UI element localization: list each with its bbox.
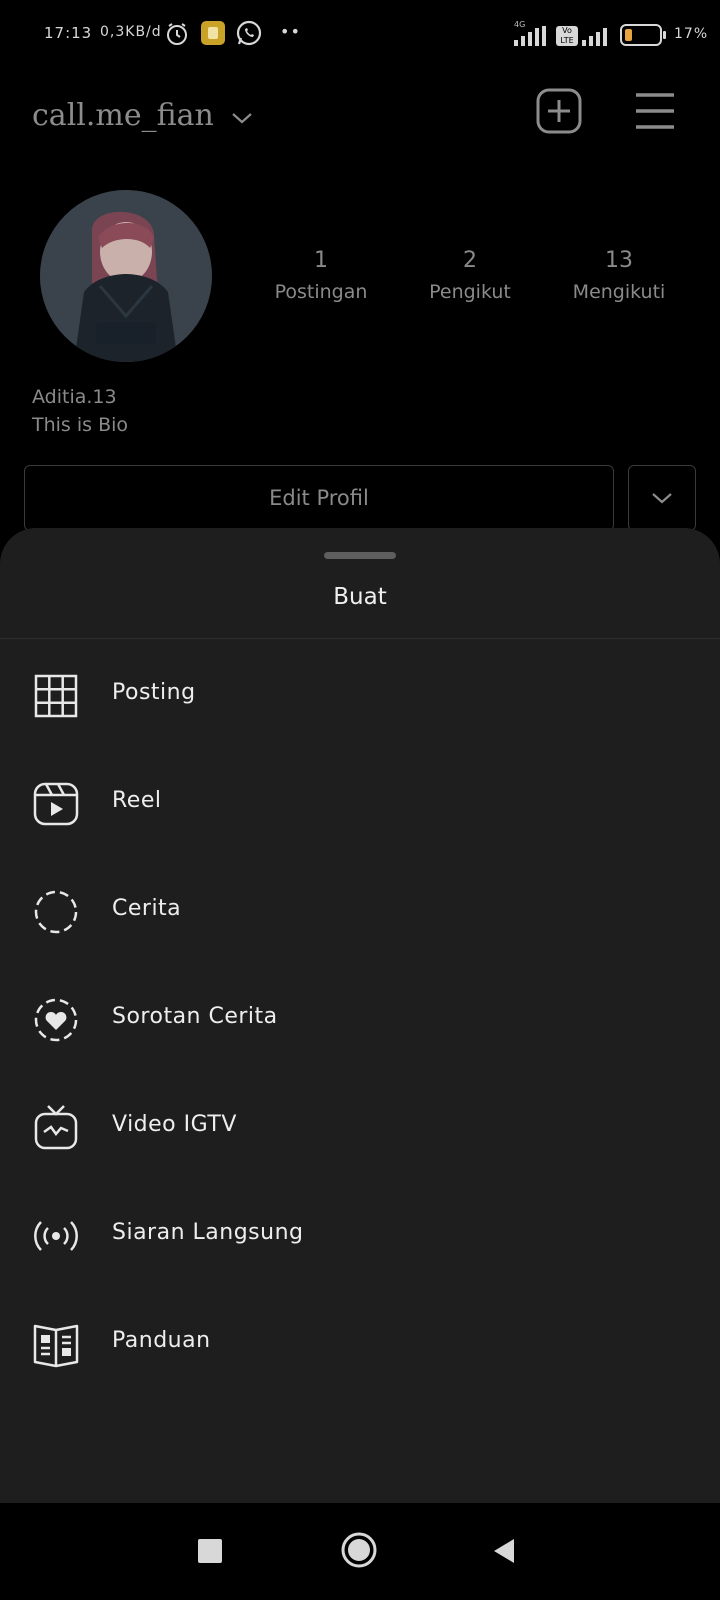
story-icon <box>34 890 78 934</box>
recents-button[interactable] <box>198 1539 222 1563</box>
volte-icon: Vo LTE <box>556 26 578 46</box>
username: call.me_fian <box>32 98 214 133</box>
menu-item-label: Siaran Langsung <box>112 1220 304 1245</box>
menu-item-label: Cerita <box>112 896 182 921</box>
menu-item-label: Panduan <box>112 1328 211 1353</box>
highlight-heart-icon <box>34 998 78 1042</box>
stat-followers-value: 2 <box>463 248 477 273</box>
stat-posts-value: 1 <box>314 248 328 273</box>
menu-item-label: Sorotan Cerita <box>112 1004 278 1029</box>
avatar-image <box>40 190 212 362</box>
stat-posts-label: Postingan <box>274 281 368 303</box>
chevron-down-icon <box>652 493 672 504</box>
system-navigation-bar <box>0 1503 720 1600</box>
stat-following-value: 13 <box>605 248 633 273</box>
divider <box>0 638 720 639</box>
menu-item-reel[interactable]: Reel <box>0 748 720 856</box>
chevron-down-icon <box>232 113 253 124</box>
menu-icon[interactable] <box>634 92 676 130</box>
battery-percent: 17% <box>674 26 709 42</box>
menu-item-label: Video IGTV <box>112 1112 237 1137</box>
menu-item-posting[interactable]: Posting <box>0 640 720 748</box>
more-notifications-icon: •• <box>280 22 301 41</box>
stat-followers-label: Pengikut <box>429 281 511 303</box>
menu-item-panduan[interactable]: Panduan <box>0 1288 720 1396</box>
stat-followers[interactable]: 2 Pengikut <box>395 248 545 303</box>
menu-item-cerita[interactable]: Cerita <box>0 856 720 964</box>
battery-icon <box>620 24 666 46</box>
avatar[interactable] <box>40 190 212 362</box>
guide-book-icon <box>33 1324 79 1368</box>
username-switcher[interactable]: call.me_fian <box>32 98 253 133</box>
stat-following-label: Mengikuti <box>572 281 666 303</box>
menu-item-sorotan-cerita[interactable]: Sorotan Cerita <box>0 964 720 1072</box>
home-button[interactable] <box>340 1531 378 1569</box>
app-notification-icon <box>201 21 225 45</box>
whatsapp-icon <box>236 20 262 46</box>
menu-item-label: Reel <box>112 788 162 813</box>
grid-icon <box>34 674 78 718</box>
sheet-title: Buat <box>333 584 387 610</box>
alarm-icon <box>167 23 187 45</box>
status-time: 17:13 <box>44 24 93 42</box>
live-broadcast-icon <box>34 1221 78 1251</box>
edit-profile-button[interactable]: Edit Profil <box>24 465 614 531</box>
back-button[interactable] <box>492 1537 516 1565</box>
profile-bio: This is Bio <box>32 414 129 436</box>
suggestions-toggle-button[interactable] <box>628 465 696 531</box>
signal-icon-2 <box>582 28 607 46</box>
signal-icon-1 <box>514 26 546 46</box>
profile-full-name: Aditia.13 <box>32 386 117 408</box>
stat-following[interactable]: 13 Mengikuti <box>544 248 694 303</box>
create-plus-icon[interactable] <box>536 88 582 134</box>
menu-item-label: Posting <box>112 680 196 705</box>
status-bar: 17:13 0,3KB/d •• 4G Vo LTE 17% <box>0 0 720 70</box>
stat-posts[interactable]: 1 Postingan <box>246 248 396 303</box>
reel-icon <box>33 782 79 826</box>
sheet-drag-handle[interactable] <box>324 552 396 559</box>
menu-item-siaran-langsung[interactable]: Siaran Langsung <box>0 1180 720 1288</box>
menu-item-video-igtv[interactable]: Video IGTV <box>0 1072 720 1180</box>
igtv-icon <box>34 1105 78 1150</box>
network-speed: 0,3KB/d <box>100 24 162 40</box>
